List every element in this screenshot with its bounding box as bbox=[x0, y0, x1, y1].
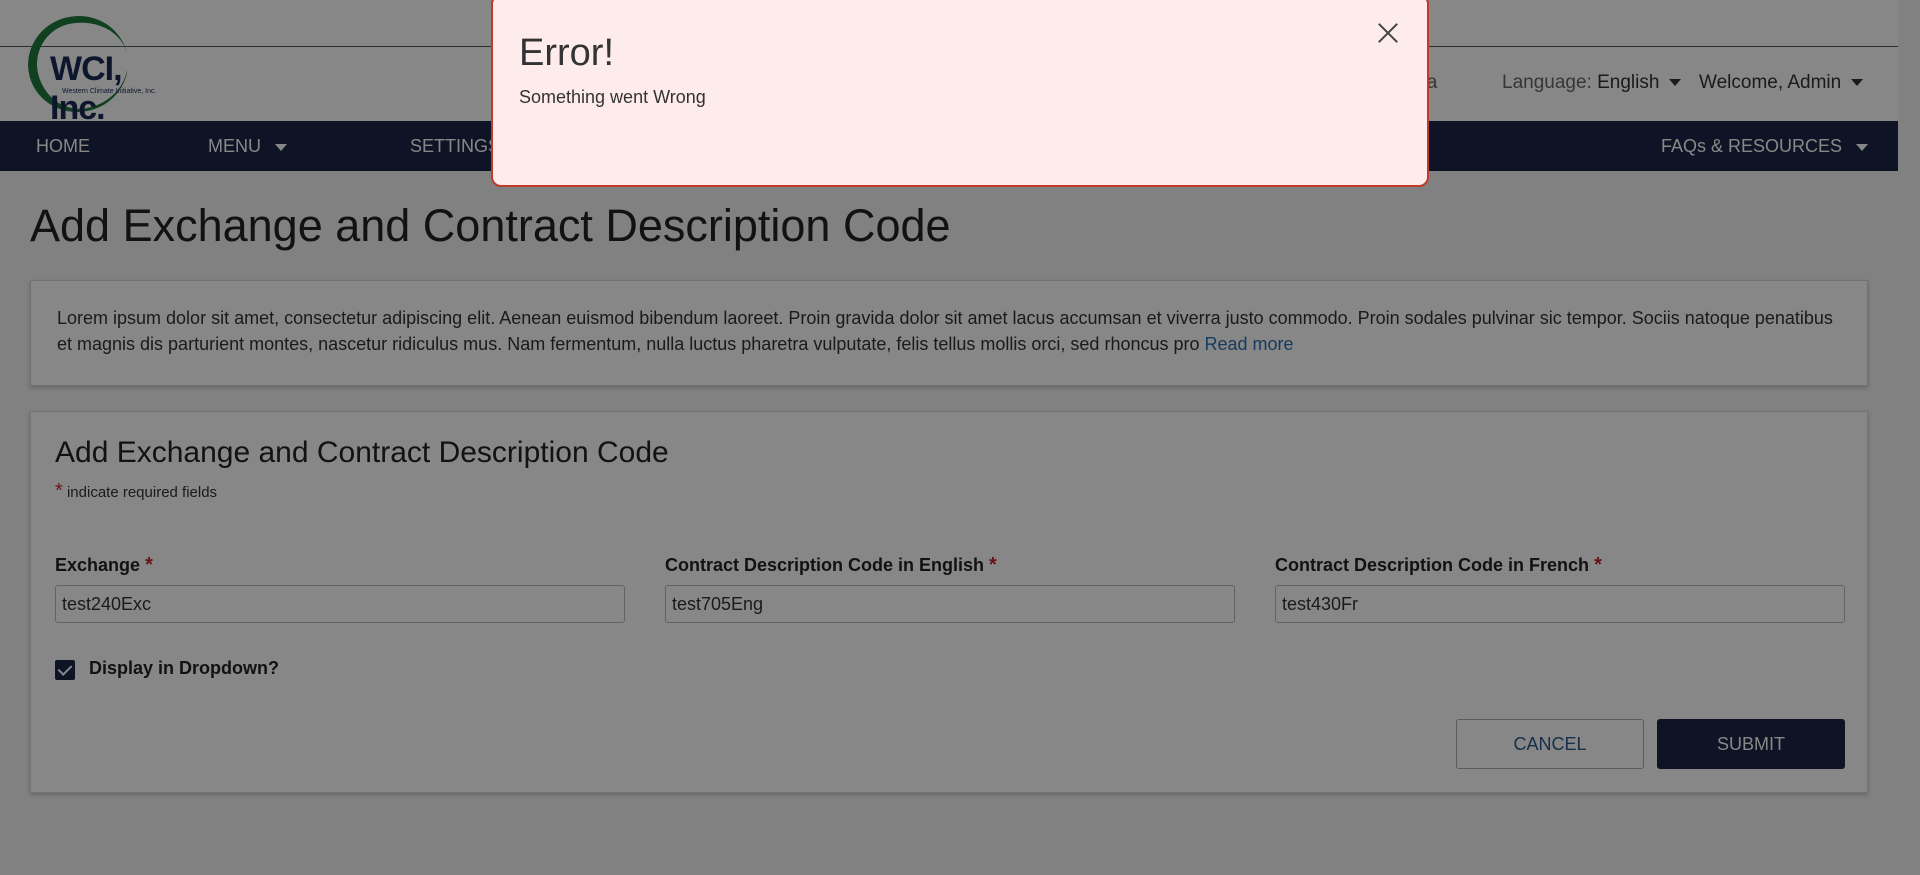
error-modal-title: Error! bbox=[519, 32, 614, 74]
error-modal: Error! Something went Wrong bbox=[491, 0, 1429, 187]
error-modal-message: Something went Wrong bbox=[519, 87, 706, 107]
close-icon[interactable] bbox=[1377, 22, 1399, 44]
page: WCI, Inc. Western Climate Initiative, In… bbox=[0, 0, 1920, 875]
